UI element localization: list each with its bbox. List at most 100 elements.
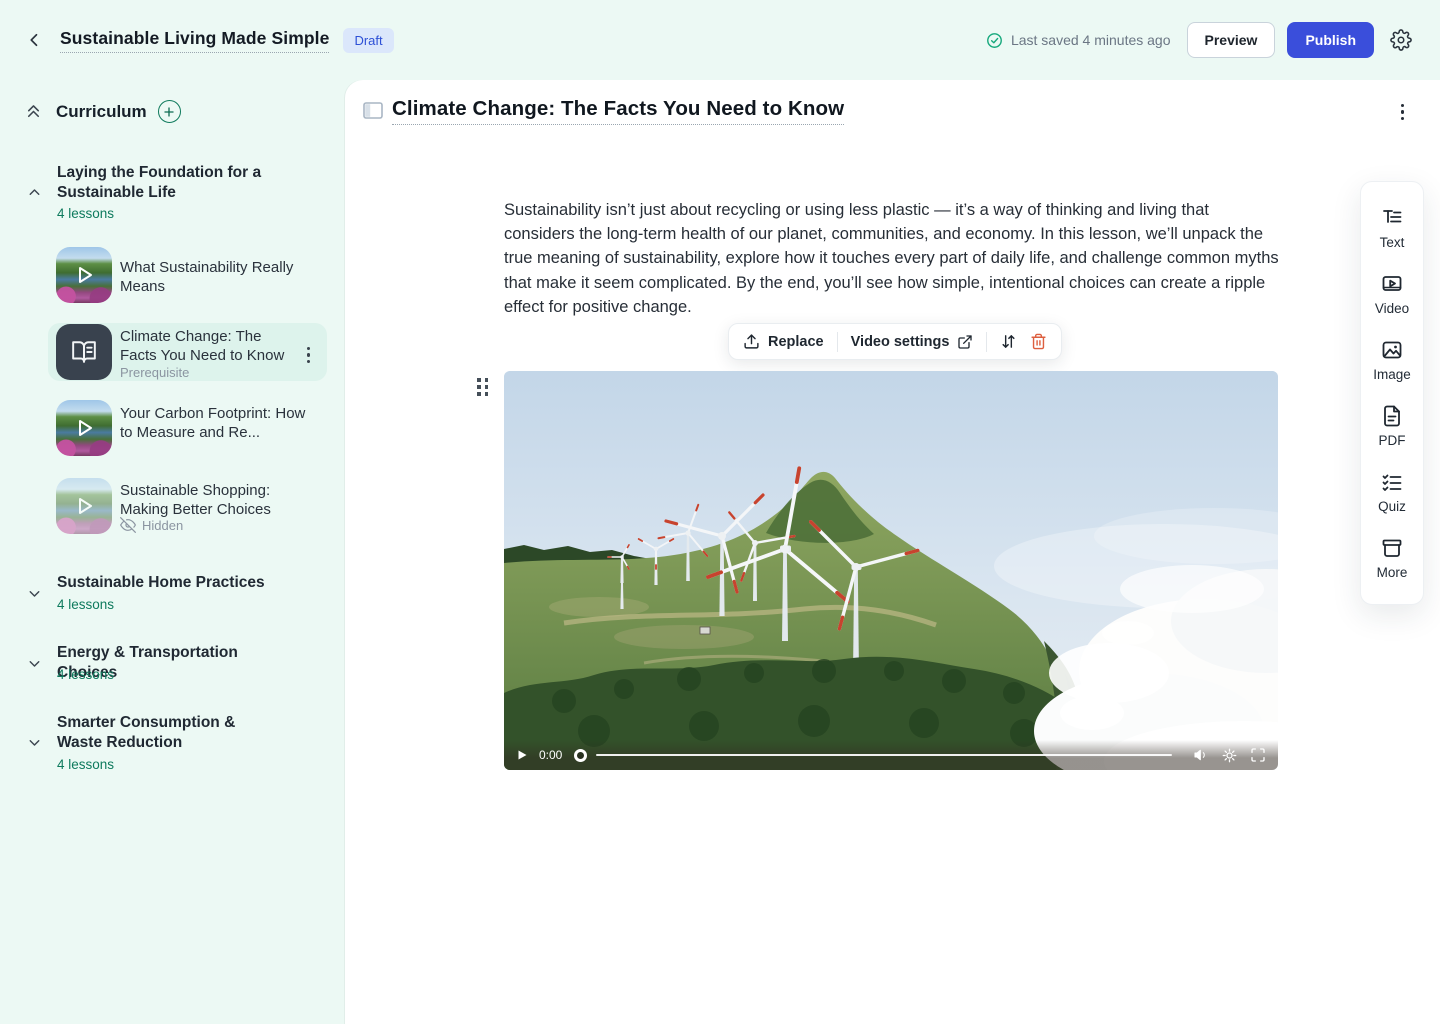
chevrons-up-icon — [24, 102, 43, 121]
volume-icon — [1193, 747, 1209, 763]
insert-item-label: PDF — [1379, 433, 1406, 448]
insert-item-label: More — [1377, 565, 1408, 580]
plus-icon — [163, 106, 175, 118]
chevron-down-icon — [26, 734, 43, 751]
lesson-hidden-note: Hidden — [120, 517, 183, 533]
section-lessons-count: 4 lessons — [57, 667, 114, 682]
video-play-button[interactable] — [514, 747, 530, 763]
lesson-item-title: Climate Change: The Facts You Need to Kn… — [120, 327, 296, 365]
trash-icon — [1030, 333, 1047, 350]
curriculum-header: Curriculum — [24, 100, 181, 123]
book-open-icon — [71, 339, 97, 365]
insert-more-button[interactable]: More — [1361, 525, 1423, 591]
lesson-video-thumbnail[interactable] — [56, 400, 112, 456]
video-controls-bar: 0:00 — [504, 740, 1278, 770]
image-icon — [1380, 338, 1404, 362]
play-icon — [56, 478, 112, 534]
topbar: Sustainable Living Made Simple Draft Las… — [0, 0, 1440, 80]
section-3-expand-button[interactable] — [24, 653, 45, 674]
video-volume-button[interactable] — [1191, 745, 1211, 765]
text-icon — [1380, 206, 1404, 230]
lesson-paragraph[interactable]: Sustainability isn’t just about recyclin… — [504, 198, 1284, 319]
chevron-up-icon — [26, 184, 43, 201]
upload-icon — [743, 333, 760, 350]
gear-icon — [1390, 29, 1412, 51]
eye-off-icon — [120, 517, 136, 533]
video-current-time: 0:00 — [539, 748, 565, 762]
section-title[interactable]: Smarter Consumption & Waste Reduction — [57, 713, 267, 753]
lesson-item-title[interactable]: Your Carbon Footprint: How to Measure an… — [120, 404, 306, 442]
section-lessons-count: 4 lessons — [57, 757, 114, 772]
replace-label: Replace — [768, 334, 824, 350]
video-scrubber-handle[interactable] — [574, 749, 587, 762]
add-section-button[interactable] — [158, 100, 181, 123]
section-title[interactable]: Sustainable Home Practices — [57, 573, 297, 593]
lesson-title[interactable]: Climate Change: The Facts You Need to Kn… — [392, 97, 844, 125]
more-icon — [1380, 536, 1404, 560]
lesson-item-title[interactable]: What Sustainability Really Means — [120, 258, 306, 296]
replace-button[interactable]: Replace — [743, 333, 824, 350]
fullscreen-icon — [1250, 747, 1266, 763]
play-icon — [56, 247, 112, 303]
back-button[interactable] — [22, 27, 48, 53]
chevron-down-icon — [26, 585, 43, 602]
section-4-expand-button[interactable] — [24, 732, 45, 753]
play-icon — [56, 400, 112, 456]
video-icon — [1380, 272, 1404, 296]
lesson-item-title[interactable]: Sustainable Shopping: Making Better Choi… — [120, 481, 306, 519]
draft-status-badge: Draft — [343, 28, 393, 53]
video-quality-button[interactable] — [1220, 746, 1239, 765]
toolbar-divider — [837, 332, 838, 352]
insert-text-button[interactable]: Text — [1361, 195, 1423, 261]
play-icon — [516, 749, 528, 761]
reorder-button[interactable] — [1000, 333, 1017, 350]
lesson-video-thumbnail-hidden[interactable] — [56, 478, 112, 534]
check-circle-icon — [986, 32, 1003, 49]
insert-item-label: Video — [1375, 301, 1409, 316]
video-block-toolbar: Replace Video settings — [728, 323, 1062, 360]
insert-image-button[interactable]: Image — [1361, 327, 1423, 393]
lesson-prerequisite-note: Prerequisite — [120, 365, 189, 380]
panel-toggle-icon — [363, 102, 383, 119]
external-link-icon — [957, 334, 973, 350]
insert-pdf-button[interactable]: PDF — [1361, 393, 1423, 459]
publish-button[interactable]: Publish — [1287, 22, 1374, 58]
quiz-icon — [1380, 470, 1404, 494]
video-progress-track[interactable] — [596, 754, 1172, 757]
block-drag-handle[interactable] — [475, 376, 491, 398]
insert-quiz-button[interactable]: Quiz — [1361, 459, 1423, 525]
section-2-expand-button[interactable] — [24, 583, 45, 604]
insert-item-label: Text — [1380, 235, 1405, 250]
section-1-collapse-button[interactable] — [24, 182, 45, 203]
last-saved-text: Last saved 4 minutes ago — [1011, 32, 1171, 48]
collapse-all-button[interactable] — [24, 102, 43, 121]
insert-block-panel: Text Video Image PDF Quiz — [1360, 181, 1424, 605]
preview-button[interactable]: Preview — [1187, 22, 1276, 58]
curriculum-sidebar: Curriculum Laying the Foundation for a S… — [0, 80, 345, 1024]
lesson-editor-panel: Climate Change: The Facts You Need to Kn… — [345, 80, 1440, 1024]
sort-arrows-icon — [1000, 333, 1017, 350]
lesson-video-thumbnail[interactable] — [56, 247, 112, 303]
settings-button[interactable] — [1386, 25, 1416, 55]
course-title[interactable]: Sustainable Living Made Simple — [60, 28, 329, 53]
video-settings-label: Video settings — [851, 334, 950, 350]
video-settings-button[interactable]: Video settings — [851, 334, 974, 350]
hidden-label: Hidden — [142, 518, 183, 533]
lesson-menu-button[interactable] — [303, 343, 314, 367]
section-lessons-count: 4 lessons — [57, 597, 114, 612]
lesson-item-selected[interactable]: Climate Change: The Facts You Need to Kn… — [48, 323, 327, 381]
chevron-down-icon — [26, 655, 43, 672]
pdf-icon — [1380, 404, 1404, 428]
chevron-left-icon — [26, 31, 44, 49]
curriculum-title: Curriculum — [56, 102, 147, 122]
toolbar-divider — [986, 332, 987, 352]
section-title[interactable]: Laying the Foundation for a Sustainable … — [57, 163, 267, 203]
lesson-menu-button[interactable] — [1397, 100, 1408, 124]
reading-lesson-tile — [56, 324, 112, 380]
insert-video-button[interactable]: Video — [1361, 261, 1423, 327]
video-player[interactable]: 0:00 — [504, 371, 1278, 770]
panel-toggle-button[interactable] — [363, 102, 383, 119]
video-fullscreen-button[interactable] — [1248, 745, 1268, 765]
delete-block-button[interactable] — [1030, 333, 1047, 350]
section-lessons-count: 4 lessons — [57, 206, 114, 221]
